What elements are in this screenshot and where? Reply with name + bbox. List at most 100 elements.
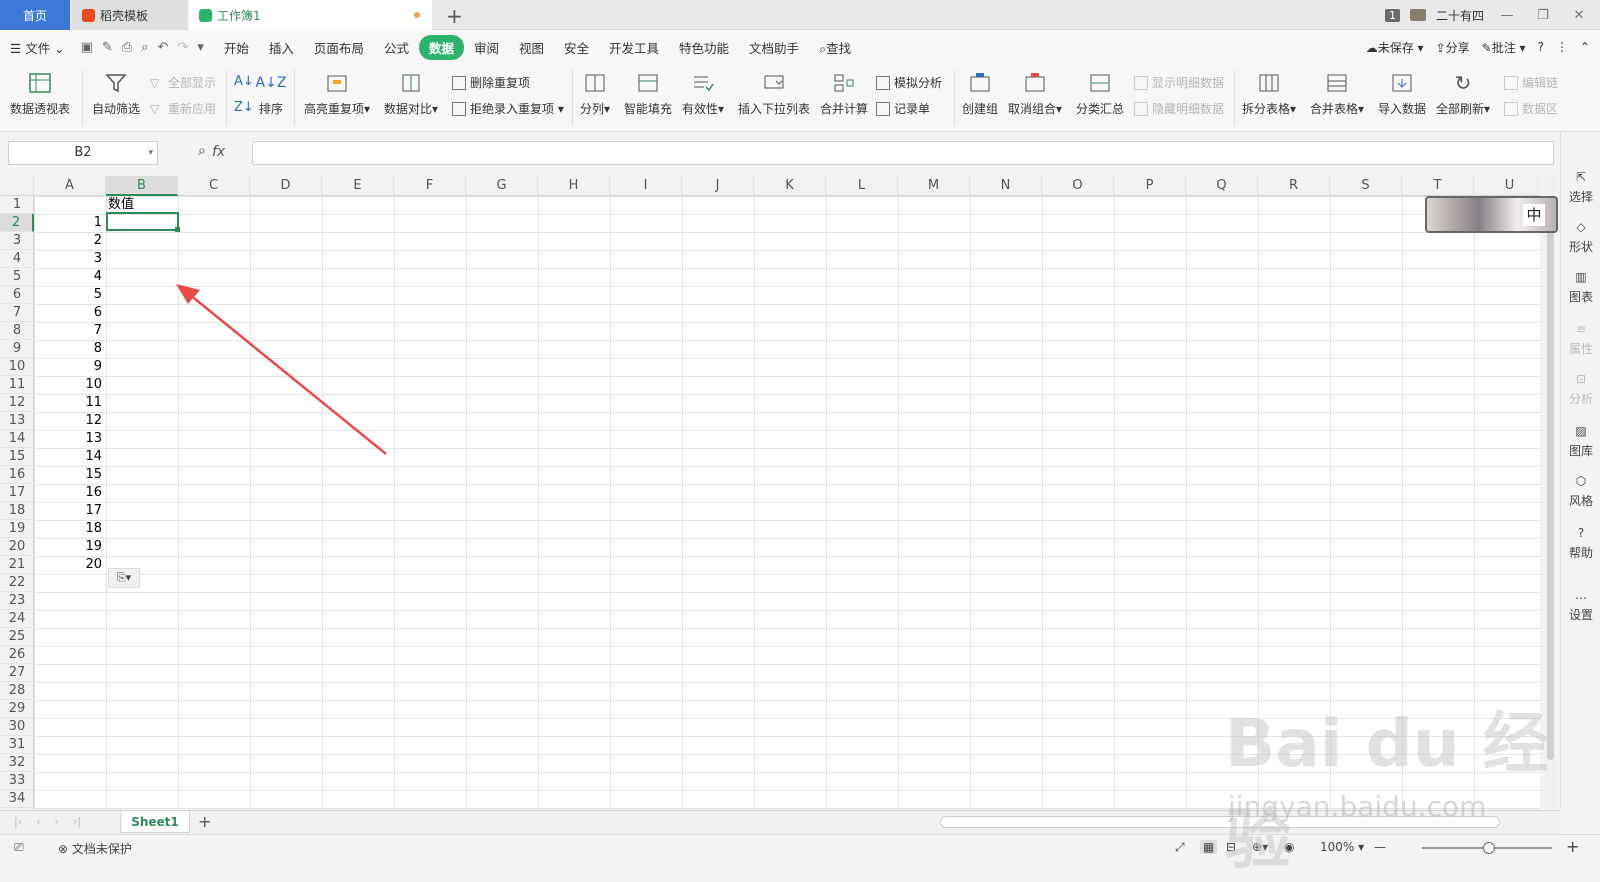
- create-group-button[interactable]: 创建组: [962, 70, 998, 117]
- zoom-formula-icon[interactable]: ⌕: [198, 143, 206, 159]
- cell-a7[interactable]: 6: [34, 304, 104, 322]
- refresh-all-button[interactable]: ↻ 全部刷新▾: [1436, 70, 1490, 117]
- auto-filter-button[interactable]: 自动筛选: [92, 70, 140, 117]
- cell-a3[interactable]: 2: [34, 232, 104, 250]
- next-sheet-icon[interactable]: ›: [55, 815, 59, 828]
- cell-a5[interactable]: 4: [34, 268, 104, 286]
- column-header-a[interactable]: A: [34, 176, 106, 196]
- row-header-31[interactable]: 31: [0, 736, 34, 754]
- menu-insert[interactable]: 插入: [259, 38, 304, 57]
- tab-home[interactable]: 首页: [0, 0, 70, 30]
- ime-indicator[interactable]: 中: [1523, 204, 1545, 226]
- active-cell-b2[interactable]: [106, 212, 179, 231]
- insert-dropdown-button[interactable]: 插入下拉列表: [738, 70, 810, 117]
- tab-daoke[interactable]: 稻壳模板: [72, 0, 187, 30]
- row-header-32[interactable]: 32: [0, 754, 34, 772]
- cell-a13[interactable]: 12: [34, 412, 104, 430]
- sort-button[interactable]: A↓Z 排序: [256, 70, 287, 117]
- column-header-o[interactable]: O: [1042, 176, 1114, 196]
- data-compare-button[interactable]: 数据对比▾: [384, 70, 438, 117]
- row-header-30[interactable]: 30: [0, 718, 34, 736]
- menu-features[interactable]: 特色功能: [669, 38, 739, 57]
- sort-desc-button[interactable]: Z↓: [234, 100, 254, 115]
- cell-a16[interactable]: 15: [34, 466, 104, 484]
- row-header-14[interactable]: 14: [0, 430, 34, 448]
- new-tab-button[interactable]: +: [446, 4, 463, 28]
- help-icon[interactable]: ?: [1538, 40, 1544, 54]
- cell-a6[interactable]: 5: [34, 286, 104, 304]
- comment-button[interactable]: ✎批注 ▾: [1482, 39, 1526, 56]
- column-header-b[interactable]: B: [106, 176, 178, 196]
- cell-a8[interactable]: 7: [34, 322, 104, 340]
- column-header-s[interactable]: S: [1330, 176, 1402, 196]
- user-avatar[interactable]: [1409, 9, 1426, 21]
- show-all-button[interactable]: ▽ 全部显示: [150, 74, 216, 91]
- show-detail-button[interactable]: 显示明细数据: [1134, 74, 1224, 91]
- split-table-button[interactable]: 拆分表格▾: [1242, 70, 1296, 117]
- restore-icon[interactable]: ❐: [1530, 8, 1556, 23]
- row-header-4[interactable]: 4: [0, 250, 34, 268]
- save-icon[interactable]: ▣: [81, 40, 93, 55]
- side-shape[interactable]: ◇ 形状: [1561, 220, 1600, 255]
- cell-a15[interactable]: 14: [34, 448, 104, 466]
- column-header-r[interactable]: R: [1258, 176, 1330, 196]
- row-header-19[interactable]: 19: [0, 520, 34, 538]
- fullscreen-icon[interactable]: ⤢: [1175, 840, 1185, 855]
- menu-formula[interactable]: 公式: [374, 38, 419, 57]
- column-header-d[interactable]: D: [250, 176, 322, 196]
- first-sheet-icon[interactable]: |‹: [14, 815, 22, 828]
- row-header-25[interactable]: 25: [0, 628, 34, 646]
- column-header-j[interactable]: J: [682, 176, 754, 196]
- menu-doc-assistant[interactable]: 文档助手: [739, 38, 809, 57]
- column-header-u[interactable]: U: [1474, 176, 1540, 196]
- row-header-7[interactable]: 7: [0, 304, 34, 322]
- merge-table-button[interactable]: 合并表格▾: [1310, 70, 1364, 117]
- row-header-15[interactable]: 15: [0, 448, 34, 466]
- undo-icon[interactable]: ↶: [158, 40, 169, 55]
- search-button[interactable]: ⌕查找: [809, 38, 861, 57]
- column-header-m[interactable]: M: [898, 176, 970, 196]
- column-header-f[interactable]: F: [394, 176, 466, 196]
- import-data-button[interactable]: 导入数据: [1378, 70, 1426, 117]
- row-header-27[interactable]: 27: [0, 664, 34, 682]
- add-sheet-button[interactable]: +: [198, 812, 211, 831]
- reject-duplicates-button[interactable]: 拒绝录入重复项 ▾: [452, 100, 564, 117]
- row-header-33[interactable]: 33: [0, 772, 34, 790]
- normal-view-icon[interactable]: ▦: [1200, 840, 1218, 854]
- row-header-11[interactable]: 11: [0, 376, 34, 394]
- select-all-corner[interactable]: [0, 176, 34, 196]
- menu-start[interactable]: 开始: [214, 38, 259, 57]
- cell-a4[interactable]: 3: [34, 250, 104, 268]
- side-settings[interactable]: … 设置: [1561, 588, 1600, 623]
- row-header-18[interactable]: 18: [0, 502, 34, 520]
- column-header-k[interactable]: K: [754, 176, 826, 196]
- row-header-8[interactable]: 8: [0, 322, 34, 340]
- row-header-28[interactable]: 28: [0, 682, 34, 700]
- print-icon[interactable]: ⎙: [122, 40, 132, 55]
- row-header-12[interactable]: 12: [0, 394, 34, 412]
- side-style[interactable]: ⬡ 风格: [1561, 474, 1600, 509]
- data-region-button[interactable]: 数据区: [1504, 100, 1558, 117]
- paste-options-button[interactable]: ⎘▾: [108, 568, 140, 588]
- cell-a17[interactable]: 16: [34, 484, 104, 502]
- row-header-34[interactable]: 34: [0, 790, 34, 808]
- more-icon[interactable]: ⋮: [1556, 40, 1568, 54]
- row-header-2[interactable]: 2: [0, 214, 34, 232]
- cell-a11[interactable]: 10: [34, 376, 104, 394]
- minimize-icon[interactable]: —: [1494, 8, 1520, 23]
- side-gallery[interactable]: ▨ 图库: [1561, 424, 1600, 459]
- menu-view[interactable]: 视图: [509, 38, 554, 57]
- vertical-scroll-thumb[interactable]: [1547, 200, 1554, 760]
- menu-developer[interactable]: 开发工具: [599, 38, 669, 57]
- column-header-g[interactable]: G: [466, 176, 538, 196]
- share-button[interactable]: ⇪分享: [1436, 39, 1470, 56]
- row-header-16[interactable]: 16: [0, 466, 34, 484]
- formula-input[interactable]: [252, 141, 1554, 165]
- cell-a2[interactable]: 1: [34, 214, 104, 232]
- row-header-10[interactable]: 10: [0, 358, 34, 376]
- row-header-26[interactable]: 26: [0, 646, 34, 664]
- column-header-l[interactable]: L: [826, 176, 898, 196]
- row-header-23[interactable]: 23: [0, 592, 34, 610]
- menu-page-layout[interactable]: 页面布局: [304, 38, 374, 57]
- close-icon[interactable]: ✕: [1566, 8, 1592, 23]
